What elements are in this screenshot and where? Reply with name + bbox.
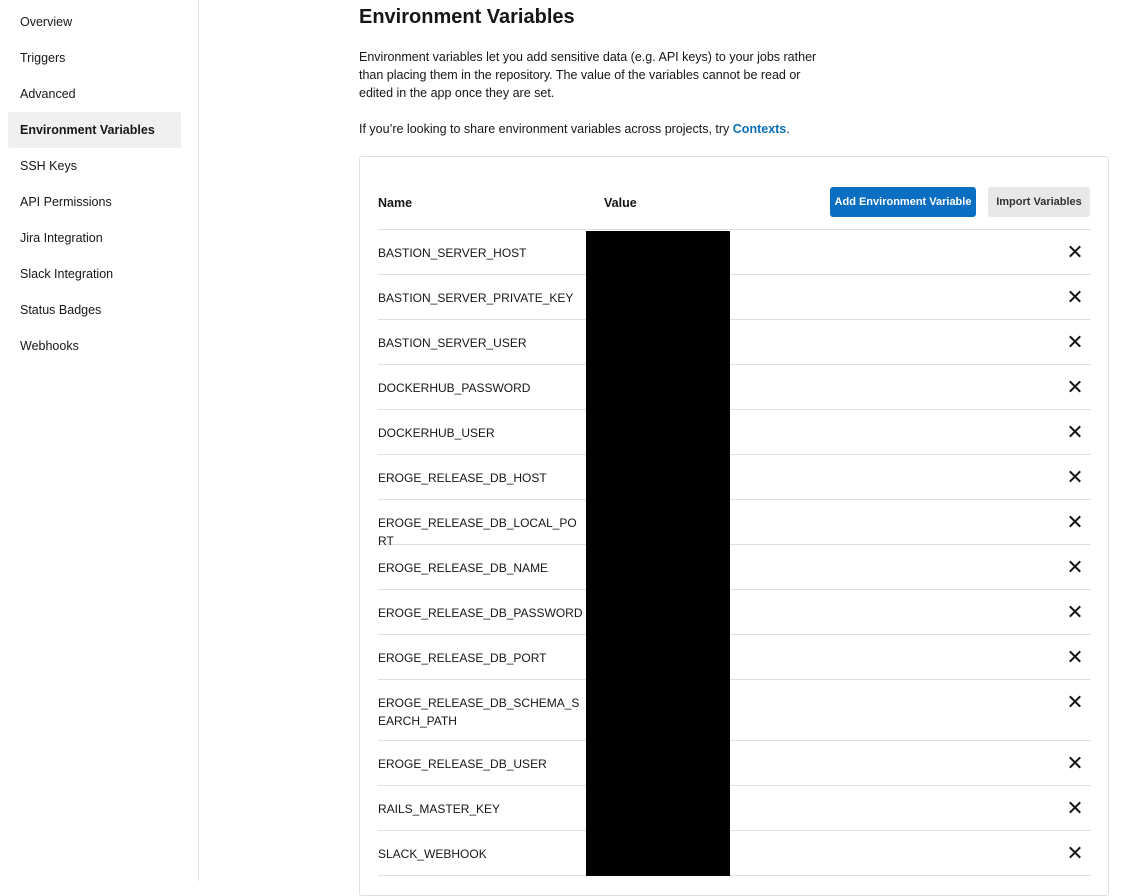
table-row: EROGE_RELEASE_DB_SCHEMA_SEARCH_PATH: [378, 680, 1091, 741]
variable-name: RAILS_MASTER_KEY: [378, 802, 501, 816]
import-variables-button[interactable]: Import Variables: [988, 187, 1090, 217]
value-column-header: Value: [604, 196, 637, 210]
add-environment-variable-button[interactable]: Add Environment Variable: [830, 187, 976, 217]
close-icon[interactable]: [1067, 647, 1083, 665]
name-column-header: Name: [378, 196, 413, 210]
sidebar-item-webhooks[interactable]: Webhooks: [8, 328, 181, 364]
variable-name: EROGE_RELEASE_DB_SCHEMA_SEARCH_PATH: [378, 696, 580, 728]
sidebar-item-status-badges[interactable]: Status Badges: [8, 292, 181, 328]
sidebar-item-ssh-keys[interactable]: SSH Keys: [8, 148, 181, 184]
table-row: EROGE_RELEASE_DB_USER: [378, 741, 1091, 786]
redacted-values-block: [586, 231, 730, 876]
close-icon[interactable]: [1067, 242, 1083, 260]
table-row: DOCKERHUB_USER: [378, 410, 1091, 455]
sidebar-item-api-permissions[interactable]: API Permissions: [8, 184, 181, 220]
settings-sidebar: Overview Triggers Advanced Environment V…: [0, 0, 199, 881]
close-icon[interactable]: [1067, 332, 1083, 350]
close-icon[interactable]: [1067, 692, 1083, 710]
close-icon[interactable]: [1067, 512, 1083, 530]
close-icon[interactable]: [1067, 557, 1083, 575]
variable-name: BASTION_SERVER_USER: [378, 336, 527, 350]
variable-name: DOCKERHUB_USER: [378, 426, 495, 440]
sidebar-item-triggers[interactable]: Triggers: [8, 40, 181, 76]
variable-name: BASTION_SERVER_HOST: [378, 246, 527, 260]
table-row: BASTION_SERVER_PRIVATE_KEY: [378, 275, 1091, 320]
table-row: EROGE_RELEASE_DB_LOCAL_PORT: [378, 500, 1091, 548]
variable-name: EROGE_RELEASE_DB_PASSWORD: [378, 606, 583, 620]
sidebar-item-overview[interactable]: Overview: [8, 4, 181, 40]
close-icon[interactable]: [1067, 843, 1083, 861]
share-note-text: If you’re looking to share environment v…: [359, 122, 733, 136]
close-icon[interactable]: [1067, 422, 1083, 440]
page-title: Environment Variables: [359, 6, 575, 28]
variable-name: EROGE_RELEASE_DB_HOST: [378, 471, 547, 485]
share-note-suffix: .: [786, 122, 790, 136]
variable-name: EROGE_RELEASE_DB_USER: [378, 757, 547, 771]
close-icon[interactable]: [1067, 798, 1083, 816]
table-row: RAILS_MASTER_KEY: [378, 786, 1091, 831]
env-vars-card: Name Value Add Environment Variable Impo…: [359, 156, 1109, 896]
env-vars-table: BASTION_SERVER_HOST BASTION_SERVER_PRIVAT…: [378, 229, 1091, 876]
page-description: Environment variables let you add sensit…: [359, 50, 817, 100]
variable-name: EROGE_RELEASE_DB_NAME: [378, 561, 549, 575]
sidebar-item-slack-integration[interactable]: Slack Integration: [8, 256, 181, 292]
variable-name: EROGE_RELEASE_DB_PORT: [378, 651, 547, 665]
table-row: DOCKERHUB_PASSWORD: [378, 365, 1091, 410]
table-row: SLACK_WEBHOOK: [378, 831, 1091, 876]
close-icon[interactable]: [1067, 467, 1083, 485]
sidebar-item-jira-integration[interactable]: Jira Integration: [8, 220, 181, 256]
table-row: EROGE_RELEASE_DB_PORT: [378, 635, 1091, 680]
variable-name: BASTION_SERVER_PRIVATE_KEY: [378, 291, 574, 305]
table-row: EROGE_RELEASE_DB_HOST: [378, 455, 1091, 500]
close-icon[interactable]: [1067, 377, 1083, 395]
close-icon[interactable]: [1067, 287, 1083, 305]
sidebar-item-advanced[interactable]: Advanced: [8, 76, 181, 112]
share-note: If you’re looking to share environment v…: [359, 120, 790, 138]
close-icon[interactable]: [1067, 602, 1083, 620]
table-row: EROGE_RELEASE_DB_NAME: [378, 545, 1091, 590]
table-row: BASTION_SERVER_HOST: [378, 230, 1091, 275]
variable-name: DOCKERHUB_PASSWORD: [378, 381, 531, 395]
table-row: BASTION_SERVER_USER: [378, 320, 1091, 365]
contexts-link[interactable]: Contexts: [733, 122, 786, 136]
sidebar-item-environment-variables[interactable]: Environment Variables: [8, 112, 181, 148]
close-icon[interactable]: [1067, 753, 1083, 771]
variable-name: SLACK_WEBHOOK: [378, 847, 487, 861]
table-row: EROGE_RELEASE_DB_PASSWORD: [378, 590, 1091, 635]
